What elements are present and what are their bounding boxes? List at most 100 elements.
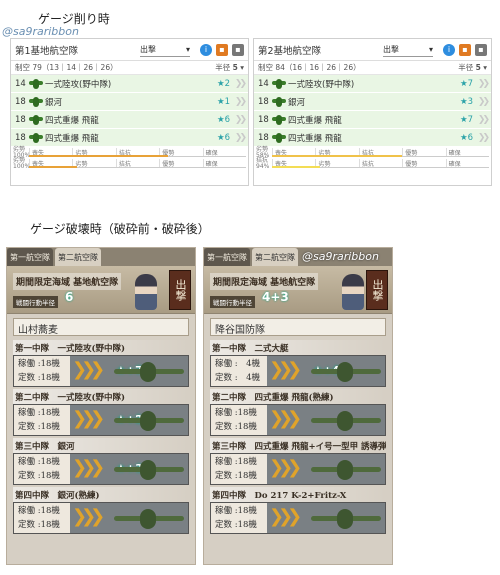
slot-count: 14 bbox=[258, 78, 269, 89]
bomber-icon bbox=[29, 78, 43, 90]
corps-banner: 期間限定海域 基地航空隊 戦闘行動半径 4+3 出撃 bbox=[204, 266, 392, 314]
squadron-slot[interactable]: 稼働 :18機 定数 :18機 ❯❯❯ bbox=[210, 404, 386, 436]
squadron-slot[interactable]: 稼働 :18機 定数 :18機 ❯❯❯ ★+2 bbox=[13, 404, 189, 436]
info-icon[interactable]: i bbox=[200, 43, 212, 56]
plane-name: 銀河 bbox=[45, 97, 63, 108]
squadron-slot[interactable]: 稼働 :18機 定数 :18機 ❯❯❯ ★+3 bbox=[13, 453, 189, 485]
plane-slot[interactable]: 18 四式重爆 飛龍 ★7 ❯❯ bbox=[254, 111, 491, 129]
plane-slot[interactable]: 18 四式重爆 飛龍 ★6 ❯❯ bbox=[11, 111, 248, 129]
fixed-count: 定数 :18機 bbox=[215, 422, 257, 432]
active-count: 稼働 :18機 bbox=[215, 408, 257, 418]
plane-slot[interactable]: 14 一式陸攻(野中隊) ★2 ❯❯ bbox=[11, 75, 248, 93]
toolbox-icon[interactable]: ▪ bbox=[216, 43, 228, 56]
bomber-icon bbox=[29, 96, 43, 108]
corps-name-field[interactable]: 山村蕎麦 bbox=[13, 318, 189, 336]
proficiency-chevron-icon: ❯❯❯ bbox=[72, 408, 105, 429]
aircraft-icon bbox=[114, 460, 184, 480]
dropdown-arrow-icon: ▾ bbox=[185, 44, 190, 54]
proficiency-star: ★6 bbox=[216, 132, 230, 143]
squadron-slot[interactable]: 稼働 :18機 定数 :18機 ❯❯❯ bbox=[210, 502, 386, 534]
corps-name: 第2基地航空隊 bbox=[258, 45, 322, 57]
sortie-button[interactable]: 出撃 bbox=[366, 270, 388, 310]
tab-first-corps[interactable]: 第一航空隊 bbox=[7, 248, 53, 266]
proficiency-chevron-icon: ❯❯ bbox=[477, 114, 490, 125]
air-state-fill bbox=[272, 166, 320, 168]
plane-name: 一式陸攻(野中隊) bbox=[45, 79, 112, 90]
proficiency-chevron-icon: ❯❯ bbox=[234, 114, 247, 125]
proficiency-chevron-icon: ❯❯ bbox=[234, 78, 247, 89]
banner-radius-value: 6 bbox=[65, 290, 74, 304]
plane-name: 四式重爆 飛龍 bbox=[45, 133, 99, 144]
air-state-fill bbox=[272, 155, 403, 157]
squadron-header: 第四中隊 銀河(熟練) bbox=[13, 487, 189, 502]
proficiency-chevron-icon: ❯❯ bbox=[477, 78, 490, 89]
squadron-slot[interactable]: 稼働 :18機 定数 :18機 ❯❯❯ ★+7 bbox=[13, 355, 189, 387]
plane-slot[interactable]: 18 銀河 ★1 ❯❯ bbox=[11, 93, 248, 111]
fixed-count: 定数 :18機 bbox=[18, 471, 60, 481]
proficiency-chevron-icon: ❯❯❯ bbox=[72, 359, 105, 380]
tab-second-corps[interactable]: 第二航空隊 bbox=[252, 248, 298, 266]
aircraft-icon bbox=[311, 460, 381, 480]
active-count: 稼働 :18機 bbox=[215, 506, 257, 516]
game-air-corps-panel: 第一航空隊 第二航空隊 期間限定海域 基地航空隊 戦闘行動半径 6 出撃 山村蕎… bbox=[6, 247, 196, 565]
air-state-bar: 劣勢 58% 喪失 劣勢 拮抗 優勢 確保 bbox=[254, 146, 491, 158]
base-air-corps-panel: 第2基地航空隊 出撃 ▾ i ▪ ▪ 制空 84（16｜16｜26｜26） 半径 … bbox=[253, 38, 492, 186]
bomber-icon bbox=[272, 132, 286, 144]
game-air-corps-panel: 第一航空隊 第二航空隊 期間限定海域 基地航空隊 戦闘行動半径 4+3 出撃 降… bbox=[203, 247, 393, 565]
dropdown-arrow-icon: ▾ bbox=[480, 63, 487, 72]
squadron-header: 第四中隊 Do 217 K-2+Fritz-X bbox=[210, 487, 386, 502]
plane-name: 四式重爆 飛龍 bbox=[45, 115, 99, 126]
radius-label: 半径 bbox=[215, 63, 231, 72]
squadron-header: 第三中隊 銀河 bbox=[13, 438, 189, 453]
fixed-count: 定数 :18機 bbox=[18, 520, 60, 530]
air-power: 制空 84（16｜16｜26｜26） bbox=[258, 63, 361, 72]
squadron-slot[interactable]: 稼働 : 4機 定数 : 4機 ❯❯❯ ★+4 bbox=[210, 355, 386, 387]
banner-radius-value: 4+3 bbox=[262, 290, 289, 304]
aircraft-icon bbox=[311, 509, 381, 529]
fixed-count: 定数 :18機 bbox=[215, 471, 257, 481]
sortie-button[interactable]: 出撃 bbox=[169, 270, 191, 310]
squadron-slot[interactable]: 稼働 :18機 定数 :18機 ❯❯❯ bbox=[13, 502, 189, 534]
bomber-icon bbox=[29, 114, 43, 126]
proficiency-chevron-icon: ❯❯ bbox=[477, 96, 490, 107]
active-count: 稼働 :18機 bbox=[18, 506, 60, 516]
trash-icon[interactable]: ▪ bbox=[232, 43, 244, 56]
active-count: 稼働 :18機 bbox=[18, 359, 60, 369]
corps-name: 第1基地航空隊 bbox=[15, 45, 79, 57]
proficiency-chevron-icon: ❯❯ bbox=[234, 96, 247, 107]
character-avatar bbox=[135, 274, 157, 310]
proficiency-star: ★7 bbox=[459, 78, 473, 89]
dropdown-arrow-icon: ▾ bbox=[428, 44, 433, 54]
active-count: 稼働 :18機 bbox=[18, 408, 60, 418]
corps-name-field[interactable]: 降谷国防隊 bbox=[210, 318, 386, 336]
action-select[interactable]: 出撃 ▾ bbox=[140, 43, 190, 57]
squadron-header: 第三中隊 四式重爆 飛龍+イ号一型甲 誘導弾 bbox=[210, 438, 386, 453]
action-select[interactable]: 出撃 ▾ bbox=[383, 43, 433, 57]
info-icon[interactable]: i bbox=[443, 43, 455, 56]
corps-banner: 期間限定海域 基地航空隊 戦闘行動半径 6 出撃 bbox=[7, 266, 195, 314]
banner-radius-label: 戦闘行動半径 bbox=[210, 296, 255, 308]
air-state-bar: 拮抗 94% 喪失 劣勢 拮抗 優勢 確保 bbox=[254, 157, 491, 169]
plane-slot[interactable]: 18 四式重爆 飛龍 ★6 ❯❯ bbox=[254, 129, 491, 147]
active-count: 稼働 :18機 bbox=[18, 457, 60, 467]
proficiency-star: ★3 bbox=[459, 96, 473, 107]
proficiency-chevron-icon: ❯❯ bbox=[234, 132, 247, 143]
tab-first-corps[interactable]: 第一航空隊 bbox=[204, 248, 250, 266]
bomber-icon bbox=[272, 78, 286, 90]
plane-slot[interactable]: 14 一式陸攻(野中隊) ★7 ❯❯ bbox=[254, 75, 491, 93]
aircraft-icon bbox=[114, 509, 184, 529]
plane-slot[interactable]: 18 四式重爆 飛龍 ★6 ❯❯ bbox=[11, 129, 248, 147]
slot-count: 14 bbox=[15, 78, 26, 89]
active-count: 稼働 : 4機 bbox=[215, 359, 260, 369]
section-title-gauge-break: ゲージ破壊時（破砕前・破砕後） bbox=[30, 222, 210, 236]
squadron-slot[interactable]: 稼働 :18機 定数 :18機 ❯❯❯ bbox=[210, 453, 386, 485]
proficiency-chevron-icon: ❯❯❯ bbox=[72, 457, 105, 478]
banner-radius-label: 戦闘行動半径 bbox=[13, 296, 58, 308]
proficiency-chevron-icon: ❯❯ bbox=[477, 132, 490, 143]
tab-second-corps[interactable]: 第二航空隊 bbox=[55, 248, 101, 266]
trash-icon[interactable]: ▪ bbox=[475, 43, 487, 56]
plane-name: 四式重爆 飛龍 bbox=[288, 133, 342, 144]
plane-slot[interactable]: 18 銀河 ★3 ❯❯ bbox=[254, 93, 491, 111]
toolbox-icon[interactable]: ▪ bbox=[459, 43, 471, 56]
squadron-header: 第二中隊 四式重爆 飛龍(熟練) bbox=[210, 389, 386, 404]
